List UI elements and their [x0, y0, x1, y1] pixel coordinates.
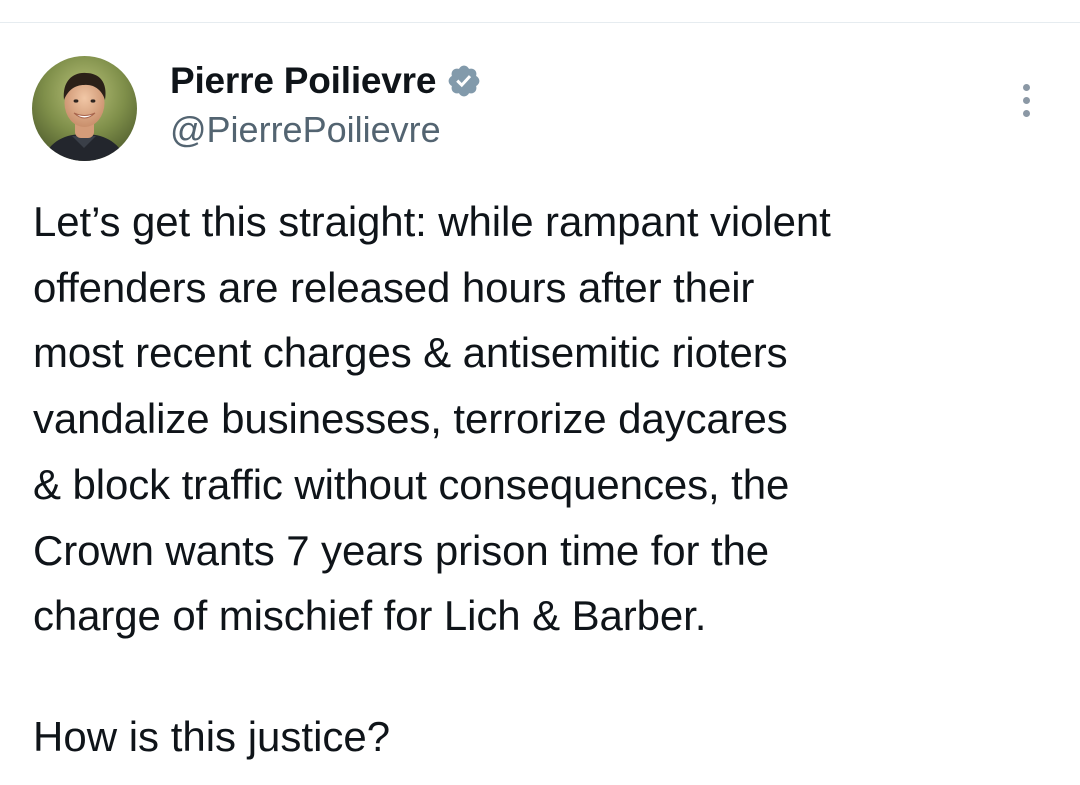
tweet-text-line: vandalize businesses, terrorize daycares [33, 395, 788, 443]
tweet-text-line: & block traffic without consequences, th… [33, 460, 790, 508]
tweet-text-line: offenders are released hours after their [33, 263, 755, 311]
more-dot [1022, 96, 1030, 104]
more-dot [1022, 83, 1030, 91]
tweet-closing-question: How is this justice? [33, 713, 391, 760]
tweet-text: Let’s get this straight: while rampant v… [33, 189, 1053, 649]
tweet-text-line: charge of mischief for Lich & Barber. [33, 592, 707, 640]
tweet-text-line: most recent charges & antisemitic rioter… [33, 329, 788, 377]
author-name-row: Pierre Poilievre [170, 59, 482, 103]
tweet-text-line: Let’s get this straight: while rampant v… [33, 198, 831, 245]
tweet-card: Pierre Poilievre @PierrePoilievre Let’s … [0, 23, 1080, 785]
author-avatar[interactable] [32, 56, 137, 161]
avatar-photo [32, 56, 137, 161]
verified-badge-icon [446, 63, 482, 99]
author-display-name[interactable]: Pierre Poilievre [170, 60, 436, 102]
tweet-text-line: Crown wants 7 years prison time for the [33, 526, 770, 574]
author-handle[interactable]: @PierrePoilievre [170, 109, 482, 151]
author-info: Pierre Poilievre @PierrePoilievre [170, 59, 482, 151]
more-options-icon[interactable] [1008, 77, 1044, 123]
more-dot [1022, 109, 1030, 117]
